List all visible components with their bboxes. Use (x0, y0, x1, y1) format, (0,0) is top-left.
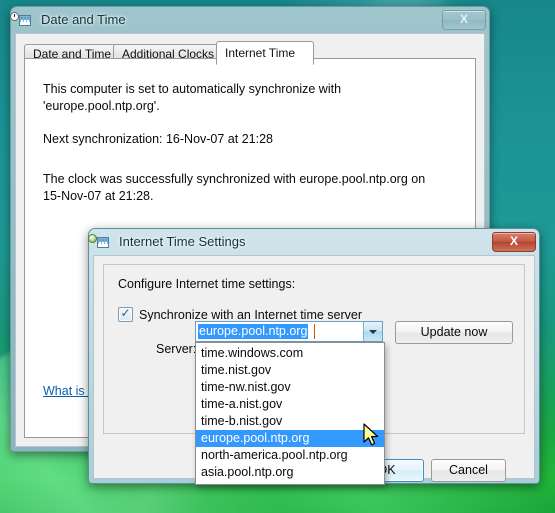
dropdown-option[interactable]: north-america.pool.ntp.org (196, 447, 384, 464)
configure-heading: Configure Internet time settings: (118, 277, 296, 291)
date-and-time-title: Date and Time (41, 12, 126, 27)
internet-time-settings-title: Internet Time Settings (119, 234, 246, 249)
synchronize-checkbox-label: Synchronize with an Internet time server (139, 307, 363, 322)
server-dropdown-list[interactable]: time.windows.com time.nist.gov time-nw.nis… (195, 342, 385, 485)
update-now-button[interactable]: Update now (395, 321, 513, 344)
cancel-button[interactable]: Cancel (431, 459, 506, 482)
text-caret (314, 324, 315, 339)
chevron-down-icon[interactable] (363, 322, 382, 341)
check-icon: ✓ (120, 306, 131, 320)
close-button[interactable]: X (492, 232, 536, 252)
dropdown-option[interactable]: time.windows.com (196, 345, 384, 362)
synchronize-checkbox-row[interactable]: ✓ Synchronize with an Internet time serv… (118, 307, 362, 322)
dropdown-option[interactable]: time-b.nist.gov (196, 413, 384, 430)
server-label: Server: (156, 342, 197, 356)
server-combobox-value: europe.pool.ntp.org (198, 324, 309, 339)
dropdown-option[interactable]: asia.pool.ntp.org (196, 464, 384, 481)
next-synchronization-text: Next synchronization: 16-Nov-07 at 21:28 (43, 132, 273, 146)
tab-internet-time[interactable]: Internet Time (216, 41, 314, 65)
clock-calendar-icon (10, 12, 35, 28)
close-button[interactable]: X (442, 10, 486, 30)
synchronize-checkbox[interactable]: ✓ (118, 307, 133, 322)
clock-globe-icon (88, 234, 113, 250)
last-sync-status-text: The clock was successfully synchronized … (43, 172, 426, 203)
internet-time-settings-titlebar[interactable]: Internet Time Settings X (88, 229, 539, 255)
dropdown-option[interactable]: time.nist.gov (196, 362, 384, 379)
server-combobox[interactable]: europe.pool.ntp.org (195, 321, 383, 342)
dropdown-option[interactable]: time-nw.nist.gov (196, 379, 384, 396)
dropdown-option[interactable]: time-a.nist.gov (196, 396, 384, 413)
dropdown-option[interactable]: europe.pool.ntp.org (196, 430, 384, 447)
date-and-time-titlebar[interactable]: Date and Time X (10, 7, 489, 33)
auto-sync-description: This computer is set to automatically sy… (43, 82, 342, 113)
